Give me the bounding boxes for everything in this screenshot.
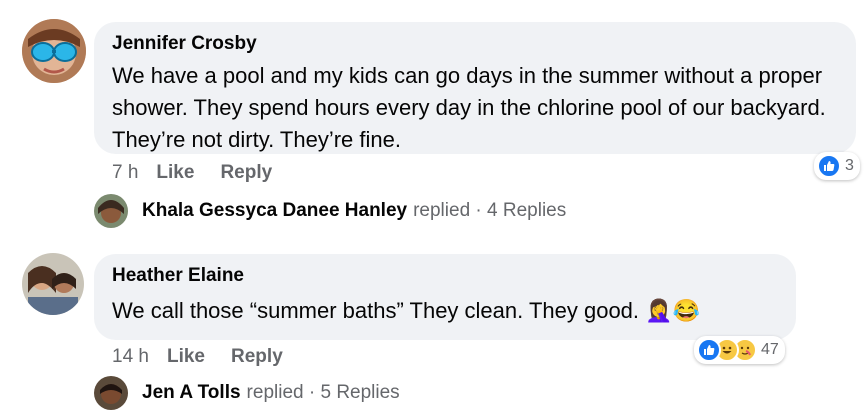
avatar-jennifer-crosby[interactable]	[22, 19, 86, 83]
avatar-image	[94, 194, 128, 228]
like-reaction-icon	[697, 338, 721, 362]
replies-summary[interactable]: Khala Gessyca Danee Hanley replied · 4 R…	[94, 194, 566, 228]
reaction-count: 3	[845, 157, 854, 174]
comment-bubble: Heather Elaine We call those “summer bat…	[94, 254, 796, 340]
comment-actions: 14 h Like Reply	[112, 346, 309, 368]
like-button[interactable]: Like	[167, 346, 205, 368]
avatar-heather-elaine[interactable]	[22, 253, 84, 315]
comment-text: We call those “summer baths” They clean.…	[112, 298, 700, 323]
reaction-summary[interactable]: 3	[814, 152, 860, 180]
comment-text: We have a pool and my kids can go days i…	[112, 63, 826, 152]
comment-author[interactable]: Jennifer Crosby	[112, 33, 838, 55]
replies-summary[interactable]: Jen A Tolls replied · 5 Replies	[94, 376, 400, 410]
avatar-khala-gessyca-danee-hanley[interactable]	[94, 194, 128, 228]
comment-bubble: Jennifer Crosby We have a pool and my ki…	[94, 22, 856, 154]
like-reaction-icon	[817, 154, 841, 178]
reaction-summary[interactable]: 47	[694, 336, 785, 364]
reply-count-text[interactable]: replied · 4 Replies	[413, 200, 566, 222]
avatar-image	[22, 19, 86, 83]
avatar-jen-a-tolls[interactable]	[94, 376, 128, 410]
comment-actions: 7 h Like Reply	[112, 162, 298, 184]
reply-author[interactable]: Khala Gessyca Danee Hanley	[142, 200, 407, 222]
reply-count-text[interactable]: replied · 5 Replies	[247, 382, 400, 404]
comment-timestamp[interactable]: 14 h	[112, 346, 149, 368]
comment-timestamp[interactable]: 7 h	[112, 162, 138, 184]
avatar-image	[22, 253, 84, 315]
reply-button[interactable]: Reply	[231, 346, 283, 368]
like-button[interactable]: Like	[156, 162, 194, 184]
avatar-image	[94, 376, 128, 410]
reaction-count: 47	[761, 341, 779, 358]
comment-author[interactable]: Heather Elaine	[112, 265, 778, 287]
reply-button[interactable]: Reply	[220, 162, 272, 184]
reply-author[interactable]: Jen A Tolls	[142, 382, 241, 404]
